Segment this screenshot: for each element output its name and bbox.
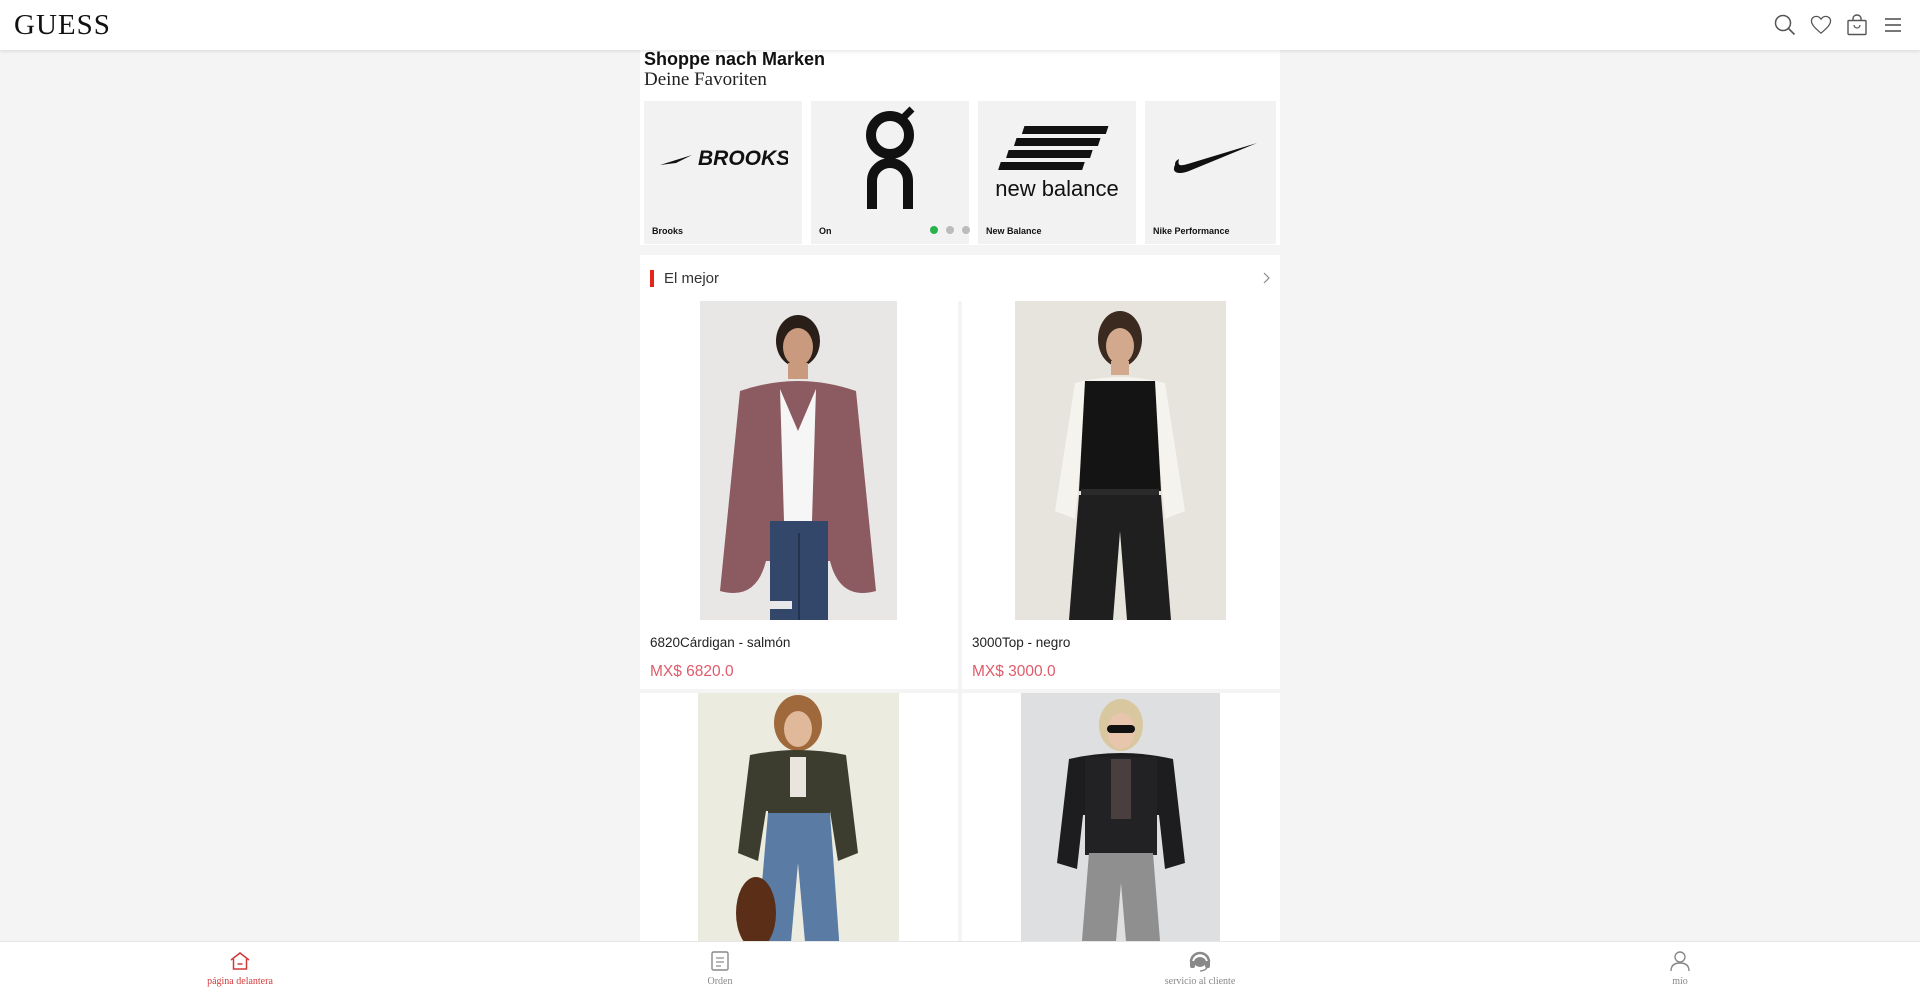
svg-text:BROOKS: BROOKS	[698, 147, 788, 170]
brand-card-on[interactable]: On	[811, 101, 969, 244]
product-image[interactable]	[698, 693, 899, 941]
carousel-dot[interactable]	[962, 226, 970, 234]
brands-subtitle: Deine Favoriten	[644, 69, 767, 90]
menu-icon[interactable]	[1880, 12, 1906, 38]
product-card[interactable]: 3000Top - negro MX$ 3000.0	[962, 301, 1280, 689]
product-price: MX$ 3000.0	[972, 663, 1056, 680]
nav-item-profile[interactable]: mío	[1600, 948, 1760, 987]
brand-carousel[interactable]: BROOKS Brooks On new balance New Balance…	[644, 101, 1276, 244]
carousel-dot[interactable]	[930, 226, 938, 234]
on-logo	[811, 101, 969, 213]
carousel-dots	[930, 226, 970, 234]
nav-item-orders[interactable]: Orden	[640, 948, 800, 987]
brands-section: Shoppe nach Marken Deine Favoriten BROOK…	[640, 50, 1280, 245]
top-header: GUESS	[0, 0, 1920, 50]
content-column: Shoppe nach Marken Deine Favoriten BROOK…	[640, 50, 1280, 941]
product-card[interactable]	[962, 693, 1280, 941]
product-card[interactable]: 6820Cárdigan - salmón MX$ 6820.0	[640, 301, 958, 689]
nav-label: servicio al cliente	[1164, 976, 1236, 987]
bag-icon[interactable]	[1844, 12, 1870, 38]
product-image[interactable]	[700, 301, 897, 620]
chevron-right-icon[interactable]	[1262, 271, 1270, 289]
guess-logo[interactable]: GUESS	[14, 9, 111, 42]
product-name[interactable]: 6820Cárdigan - salmón	[650, 635, 790, 650]
home-icon	[160, 948, 320, 974]
brand-card-nike[interactable]: Nike Performance	[1145, 101, 1276, 244]
search-icon[interactable]	[1772, 12, 1798, 38]
best-section-header[interactable]: El mejor	[640, 255, 1280, 301]
order-icon	[640, 948, 800, 974]
heart-icon[interactable]	[1808, 12, 1834, 38]
bottom-nav: página delantera Orden servicio al clien…	[0, 941, 1920, 993]
brand-name: On	[819, 226, 832, 236]
carousel-dot[interactable]	[946, 226, 954, 234]
brand-name: Nike Performance	[1153, 226, 1230, 236]
nav-label: mío	[1672, 976, 1688, 987]
product-card[interactable]	[640, 693, 958, 941]
brand-name: Brooks	[652, 226, 684, 236]
product-image[interactable]	[1015, 301, 1226, 620]
new-balance-logo: new balance	[978, 101, 1136, 213]
svg-text:new balance: new balance	[995, 176, 1119, 201]
product-price: MX$ 6820.0	[650, 663, 734, 680]
nav-label: página delantera	[207, 976, 273, 987]
section-title: El mejor	[664, 269, 720, 287]
nav-label: Orden	[707, 976, 733, 987]
accent-bar	[650, 269, 654, 287]
brand-name: New Balance	[986, 226, 1042, 236]
product-name[interactable]: 3000Top - negro	[972, 635, 1070, 650]
nav-item-home[interactable]: página delantera	[160, 948, 320, 987]
nike-swoosh-logo	[1145, 101, 1276, 213]
user-icon	[1600, 948, 1760, 974]
brooks-logo: BROOKS	[644, 101, 802, 213]
brands-title: Shoppe nach Marken	[644, 50, 826, 69]
brand-card-brooks[interactable]: BROOKS Brooks	[644, 101, 802, 244]
product-grid: 6820Cárdigan - salmón MX$ 6820.0 3000Top…	[640, 301, 1280, 941]
product-image[interactable]	[1021, 693, 1220, 941]
headset-icon	[1120, 948, 1280, 974]
header-icons	[1772, 12, 1906, 38]
brand-card-new-balance[interactable]: new balance New Balance	[978, 101, 1136, 244]
nav-item-customer-service[interactable]: servicio al cliente	[1120, 948, 1280, 987]
